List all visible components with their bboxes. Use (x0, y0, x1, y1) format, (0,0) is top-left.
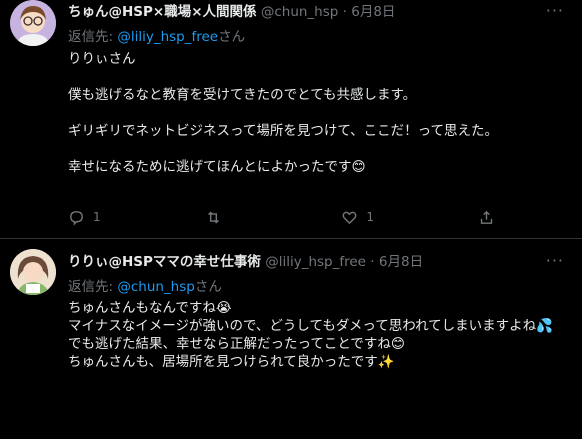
tweet-text-line: ちゅんさんもなんですね😭 (68, 300, 232, 316)
tweet-text-line: りりぃさん (68, 51, 136, 67)
tweet-header: ちゅん@HSP×職場×人間関係 @chun_hsp · 6月8日 (68, 3, 395, 21)
separator-dot: · (342, 4, 347, 20)
like-count: 1 (366, 210, 374, 224)
tweet-blank-line (68, 68, 568, 86)
reply-button[interactable]: 1 (68, 209, 128, 226)
reply-suffix: さん (194, 279, 222, 295)
retweet-button[interactable] (205, 209, 265, 226)
tweet-text-line: ギリギリでネットビジネスって場所を見つけて、ここだ！って思えた。 (68, 123, 498, 139)
tweet[interactable]: りりぃ@HSPママの幸せ仕事術 @liliy_hsp_free · 6月8日 ·… (0, 238, 582, 439)
more-icon[interactable]: ··· (546, 253, 564, 269)
tweet-blank-line (68, 140, 568, 158)
tweet-date[interactable]: 6月8日 (379, 254, 423, 270)
reply-prefix: 返信先: (68, 29, 118, 45)
reply-mention-link[interactable]: @chun_hsp (117, 279, 195, 295)
tweet-text-line: 僕も逃げるなと教育を受けてきたのでとても共感します。 (68, 87, 417, 103)
avatar[interactable] (10, 0, 56, 46)
tweet-text-line: 幸せになるために逃げてほんとによかったです😊 (68, 159, 366, 175)
author-name[interactable]: りりぃ@HSPママの幸せ仕事術 (68, 254, 261, 270)
separator-dot: · (370, 254, 375, 270)
author-handle[interactable]: @liliy_hsp_free (265, 254, 366, 270)
like-icon (342, 211, 357, 224)
tweet-header: りりぃ@HSPママの幸せ仕事術 @liliy_hsp_free · 6月8日 (68, 253, 423, 271)
tweet-blank-line (68, 104, 568, 122)
reply-count: 1 (93, 210, 101, 224)
more-icon[interactable]: ··· (546, 3, 564, 19)
tweet-text-line: ちゅんさんも、居場所を見つけられて良かったです✨ (68, 354, 395, 370)
reply-to-line: 返信先: @liliy_hsp_freeさん (68, 25, 245, 45)
author-handle[interactable]: @chun_hsp (261, 4, 339, 20)
tweet-text-line: でも逃げた結果、幸せなら正解だったってことですね😊 (68, 336, 405, 352)
share-icon (480, 210, 493, 224)
tweet-body: りりぃさん 僕も逃げるなと教育を受けてきたのでとても共感します。 ギリギリでネッ… (68, 50, 568, 176)
tweet[interactable]: ちゅん@HSP×職場×人間関係 @chun_hsp · 6月8日 ··· 返信先… (0, 0, 582, 238)
retweet-icon (207, 211, 219, 223)
reply-to-line: 返信先: @chun_hspさん (68, 275, 222, 295)
tweet-text-line: マイナスなイメージが強いので、どうしてもダメって思われてしまいますよね💦 (68, 318, 553, 334)
reply-suffix: さん (218, 29, 246, 45)
tweet-actions: 1 1 (68, 207, 498, 227)
avatar[interactable] (10, 249, 56, 295)
tweet-date[interactable]: 6月8日 (351, 4, 395, 20)
reply-icon (70, 210, 83, 226)
author-name[interactable]: ちゅん@HSP×職場×人間関係 (68, 4, 257, 20)
share-button[interactable] (478, 209, 498, 226)
reply-mention-link[interactable]: @liliy_hsp_free (117, 29, 218, 45)
like-button[interactable]: 1 (341, 209, 401, 226)
tweet-body: ちゅんさんもなんですね😭 マイナスなイメージが強いので、どうしてもダメって思われ… (68, 299, 568, 371)
reply-prefix: 返信先: (68, 279, 118, 295)
